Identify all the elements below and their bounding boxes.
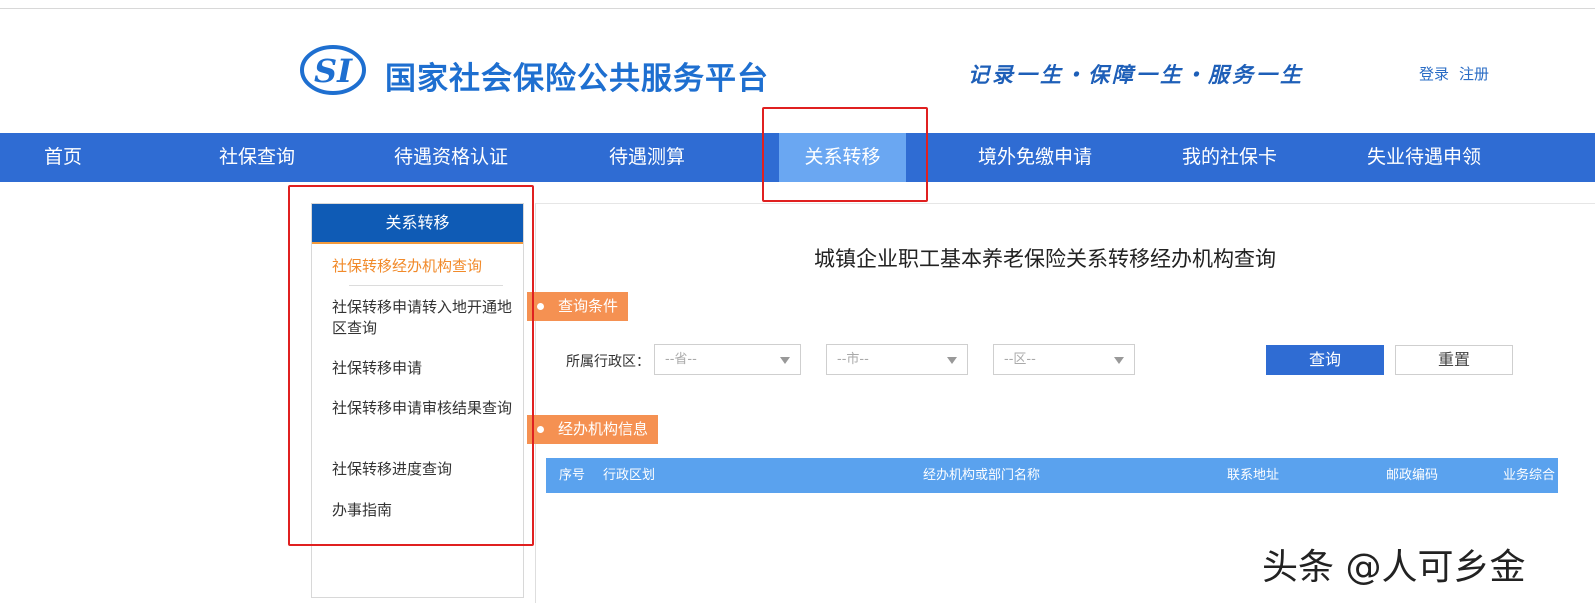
column-header-address: 联系地址	[1227, 468, 1280, 483]
site-header: SI 国家社会保险公共服务平台 记录一生・保障一生・服务一生 登录 注册	[0, 9, 1595, 133]
chevron-down-icon	[1114, 357, 1124, 364]
column-header-index: 序号	[559, 468, 586, 483]
auth-links: 登录 注册	[1419, 63, 1499, 84]
agency-info-tag: 经办机构信息	[527, 415, 659, 444]
si-logo-icon[interactable]: SI	[300, 45, 366, 95]
nav-item-home[interactable]: 首页	[44, 133, 82, 182]
site-title[interactable]: 国家社会保险公共服务平台	[385, 53, 769, 98]
query-conditions-tag: 查询条件	[527, 292, 629, 321]
sidebar-title: 关系转移	[312, 204, 523, 244]
province-select[interactable]: --省--	[654, 344, 801, 375]
page-title: 城镇企业职工基本养老保险关系转移经办机构查询	[814, 247, 1276, 271]
svg-text:SI: SI	[314, 52, 353, 90]
district-select[interactable]: --区--	[993, 344, 1135, 375]
slogan: 记录一生・保障一生・服务一生	[968, 62, 1304, 87]
query-conditions-label: 查询条件	[558, 297, 619, 315]
register-link[interactable]: 注册	[1459, 65, 1489, 83]
login-link[interactable]: 登录	[1419, 65, 1449, 83]
sidebar-item-transfer-application[interactable]: 社保转移申请	[332, 358, 512, 379]
bullet-icon	[537, 303, 544, 310]
nav-item-overseas-exemption[interactable]: 境外免缴申请	[978, 133, 1092, 182]
column-header-region: 行政区划	[603, 468, 656, 483]
sidebar-item-transfer-area-query[interactable]: 社保转移申请转入地开通地区查询	[332, 297, 512, 339]
watermark: 头条 @人可乡金	[1262, 547, 1526, 588]
column-header-postcode: 邮政编码	[1386, 468, 1439, 483]
nav-item-eligibility-certification[interactable]: 待遇资格认证	[394, 133, 508, 182]
chevron-down-icon	[947, 357, 957, 364]
sidebar-item-guide[interactable]: 办事指南	[332, 500, 512, 521]
region-label: 所属行政区：	[566, 354, 650, 370]
agency-info-label: 经办机构信息	[558, 420, 649, 438]
query-button[interactable]: 查询	[1266, 345, 1384, 375]
column-header-business: 业务综合	[1503, 468, 1556, 483]
nav-item-relationship-transfer[interactable]: 关系转移	[779, 133, 906, 182]
bullet-icon	[537, 426, 544, 433]
sidebar-item-progress-query[interactable]: 社保转移进度查询	[332, 459, 512, 480]
sidebar-item-audit-result-query[interactable]: 社保转移申请审核结果查询	[332, 398, 512, 419]
nav-item-benefit-calculation[interactable]: 待遇测算	[609, 133, 685, 182]
table-header: 序号 行政区划 经办机构或部门名称 联系地址 邮政编码 业务综合	[546, 458, 1558, 493]
sidebar-divider	[349, 285, 503, 286]
sidebar-menu: 关系转移 社保转移经办机构查询 社保转移申请转入地开通地区查询 社保转移申请 社…	[311, 203, 524, 598]
province-select-value: --省--	[665, 352, 697, 367]
chevron-down-icon	[780, 357, 790, 364]
main-top-border	[535, 203, 1595, 204]
main-nav: 首页 社保查询 待遇资格认证 待遇测算 关系转移 境外免缴申请 我的社保卡 失业…	[0, 133, 1595, 182]
city-select[interactable]: --市--	[826, 344, 968, 375]
nav-item-unemployment-benefit[interactable]: 失业待遇申领	[1367, 133, 1481, 182]
main-left-border	[535, 203, 536, 603]
nav-item-my-social-card[interactable]: 我的社保卡	[1182, 133, 1277, 182]
district-select-value: --区--	[1004, 352, 1036, 367]
reset-button[interactable]: 重置	[1395, 345, 1513, 375]
city-select-value: --市--	[837, 352, 869, 367]
nav-item-social-insurance-query[interactable]: 社保查询	[219, 133, 295, 182]
sidebar-item-agency-query[interactable]: 社保转移经办机构查询	[332, 256, 512, 277]
column-header-agency-name: 经办机构或部门名称	[923, 468, 1041, 483]
